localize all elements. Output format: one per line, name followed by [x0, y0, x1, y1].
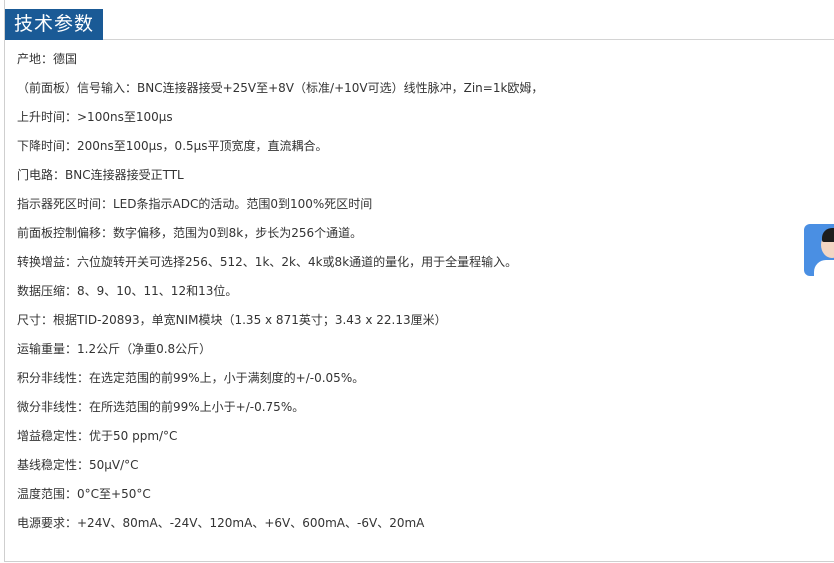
- spec-item: 数据压缩：8、9、10、11、12和13位。: [17, 284, 238, 298]
- spec-item: 产地：德国: [17, 52, 78, 66]
- spec-item: 增益稳定性：优于50 ppm/°C: [17, 429, 178, 443]
- page: 技术参数 产地：德国 （前面板）信号输入：BNC连接器接受+25V至+8V（标准…: [0, 0, 834, 563]
- header-divider: [5, 39, 834, 40]
- spec-item: （前面板）信号输入：BNC连接器接受+25V至+8V（标准/+10V可选）线性脉…: [17, 81, 544, 95]
- spec-item: 电源要求：+24V、80mA、-24V、120mA、+6V、600mA、-6V、…: [17, 516, 425, 530]
- spec-item: 前面板控制偏移：数字偏移，范围为0到8k，步长为256个通道。: [17, 226, 363, 240]
- spec-panel: 技术参数 产地：德国 （前面板）信号输入：BNC连接器接受+25V至+8V（标准…: [4, 0, 834, 562]
- section-title: 技术参数: [5, 9, 104, 40]
- spec-item: 上升时间：>100ns至100μs: [17, 110, 173, 124]
- spec-item: 温度范围：0°C至+50°C: [17, 487, 151, 501]
- spec-item: 转换增益：六位旋转开关可选择256、512、1k、2k、4k或8k通道的量化，用…: [17, 255, 518, 269]
- spec-item: 微分非线性：在所选范围的前99%上小于+/-0.75%。: [17, 400, 305, 414]
- spec-list: 产地：德国 （前面板）信号输入：BNC连接器接受+25V至+8V（标准/+10V…: [17, 48, 543, 541]
- spec-item: 门电路：BNC连接器接受正TTL: [17, 168, 184, 182]
- spec-item: 基线稳定性：50μV/°C: [17, 458, 139, 472]
- spec-item: 运输重量：1.2公斤（净重0.8公斤）: [17, 342, 212, 356]
- customer-service-button[interactable]: [804, 224, 834, 276]
- avatar-hair: [822, 228, 834, 242]
- customer-service-avatar-icon: [814, 260, 834, 276]
- spec-item: 尺寸：根据TID-20893，单宽NIM模块（1.35 x 871英寸；3.43…: [17, 313, 447, 327]
- spec-item: 指示器死区时间：LED条指示ADC的活动。范围0到100%死区时间: [17, 197, 373, 211]
- spec-item: 积分非线性：在选定范围的前99%上，小于满刻度的+/-0.05%。: [17, 371, 365, 385]
- spec-item: 下降时间：200ns至100μs，0.5μs平顶宽度，直流耦合。: [17, 139, 328, 153]
